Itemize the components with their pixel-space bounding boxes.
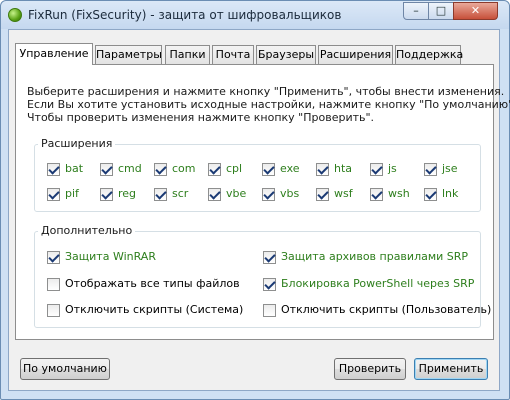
tab-browsers[interactable]: Браузеры [256,45,316,64]
title-bar[interactable]: FixRun (FixSecurity) - защита от шифрова… [1,1,509,29]
minimize-button[interactable]: – [403,2,429,20]
checkbox-archive-srp[interactable] [263,251,276,264]
checkbox-label: hta [334,162,353,175]
extensions-group-title: Расширения [38,137,116,150]
checkbox-label: scr [172,187,189,200]
app-icon [8,8,22,22]
checkbox-com[interactable] [154,163,167,176]
instructions-text: Выберите расширения и нажмите кнопку "Пр… [27,85,510,124]
checkbox-winrar-protection[interactable] [47,251,60,264]
checkbox-vbe[interactable] [208,188,221,201]
checkbox-cpl[interactable] [208,163,221,176]
checkbox-label: Защита WinRAR [65,250,156,263]
checkbox-label: com [172,162,196,175]
checkbox-label: vbs [280,187,300,200]
instruction-line: Если Вы хотите установить исходные настр… [27,98,510,111]
checkbox-label: lnk [442,187,459,200]
checkbox-label: cmd [118,162,142,175]
checkbox-label: Отключить скрипты (Система) [65,303,244,316]
checkbox-disable-scripts-system[interactable] [47,304,60,317]
check-button[interactable]: Проверить [334,358,406,380]
checkbox-wsf[interactable] [316,188,329,201]
checkbox-label: Защита архивов правилами SRP [281,250,469,263]
checkbox-cmd[interactable] [100,163,113,176]
checkbox-scr[interactable] [154,188,167,201]
checkbox-label: vbe [226,187,247,200]
default-button[interactable]: По умолчанию [20,358,110,380]
checkbox-vbs[interactable] [262,188,275,201]
checkbox-label: Блокировка PowerShell через SRP [281,277,475,290]
checkbox-lnk[interactable] [424,188,437,201]
checkbox-label: Отображать все типы файлов [65,277,240,290]
extensions-group [34,144,481,212]
checkbox-label: Отключить скрипты (Пользователь) [281,303,492,316]
tab-management[interactable]: Управление [15,43,93,65]
checkbox-powershell-srp[interactable] [263,278,276,291]
window-title: FixRun (FixSecurity) - защита от шифрова… [28,8,342,22]
instruction-line: Выберите расширения и нажмите кнопку "Пр… [27,85,505,98]
close-button[interactable]: ✕ [453,2,498,20]
checkbox-label: js [388,162,397,175]
checkbox-hta[interactable] [316,163,329,176]
tab-extensions[interactable]: Расширения [318,45,393,64]
checkbox-js[interactable] [370,163,383,176]
checkbox-label: cpl [226,162,243,175]
checkbox-jse[interactable] [424,163,437,176]
checkbox-exe[interactable] [262,163,275,176]
tab-folders[interactable]: Папки [165,45,210,64]
additional-group-title: Дополнительно [38,224,136,237]
checkbox-wsh[interactable] [370,188,383,201]
checkbox-show-all-file-types[interactable] [47,278,60,291]
checkbox-label: exe [280,162,300,175]
instruction-line: Чтобы проверить изменения нажмите кнопку… [27,111,375,124]
checkbox-label: wsf [334,187,353,200]
checkbox-label: jse [442,162,458,175]
checkbox-label: wsh [388,187,410,200]
checkbox-disable-scripts-user[interactable] [263,304,276,317]
tab-mail[interactable]: Почта [212,45,254,64]
tab-parameters[interactable]: Параметры [95,45,162,64]
maximize-button[interactable]: □ [428,2,454,20]
checkbox-label: pif [65,187,79,200]
checkbox-reg[interactable] [100,188,113,201]
checkbox-bat[interactable] [47,163,60,176]
checkbox-pif[interactable] [47,188,60,201]
apply-button[interactable]: Применить [414,358,488,380]
tab-support[interactable]: Поддержка [395,45,463,64]
checkbox-label: reg [118,187,137,200]
checkbox-label: bat [65,162,84,175]
